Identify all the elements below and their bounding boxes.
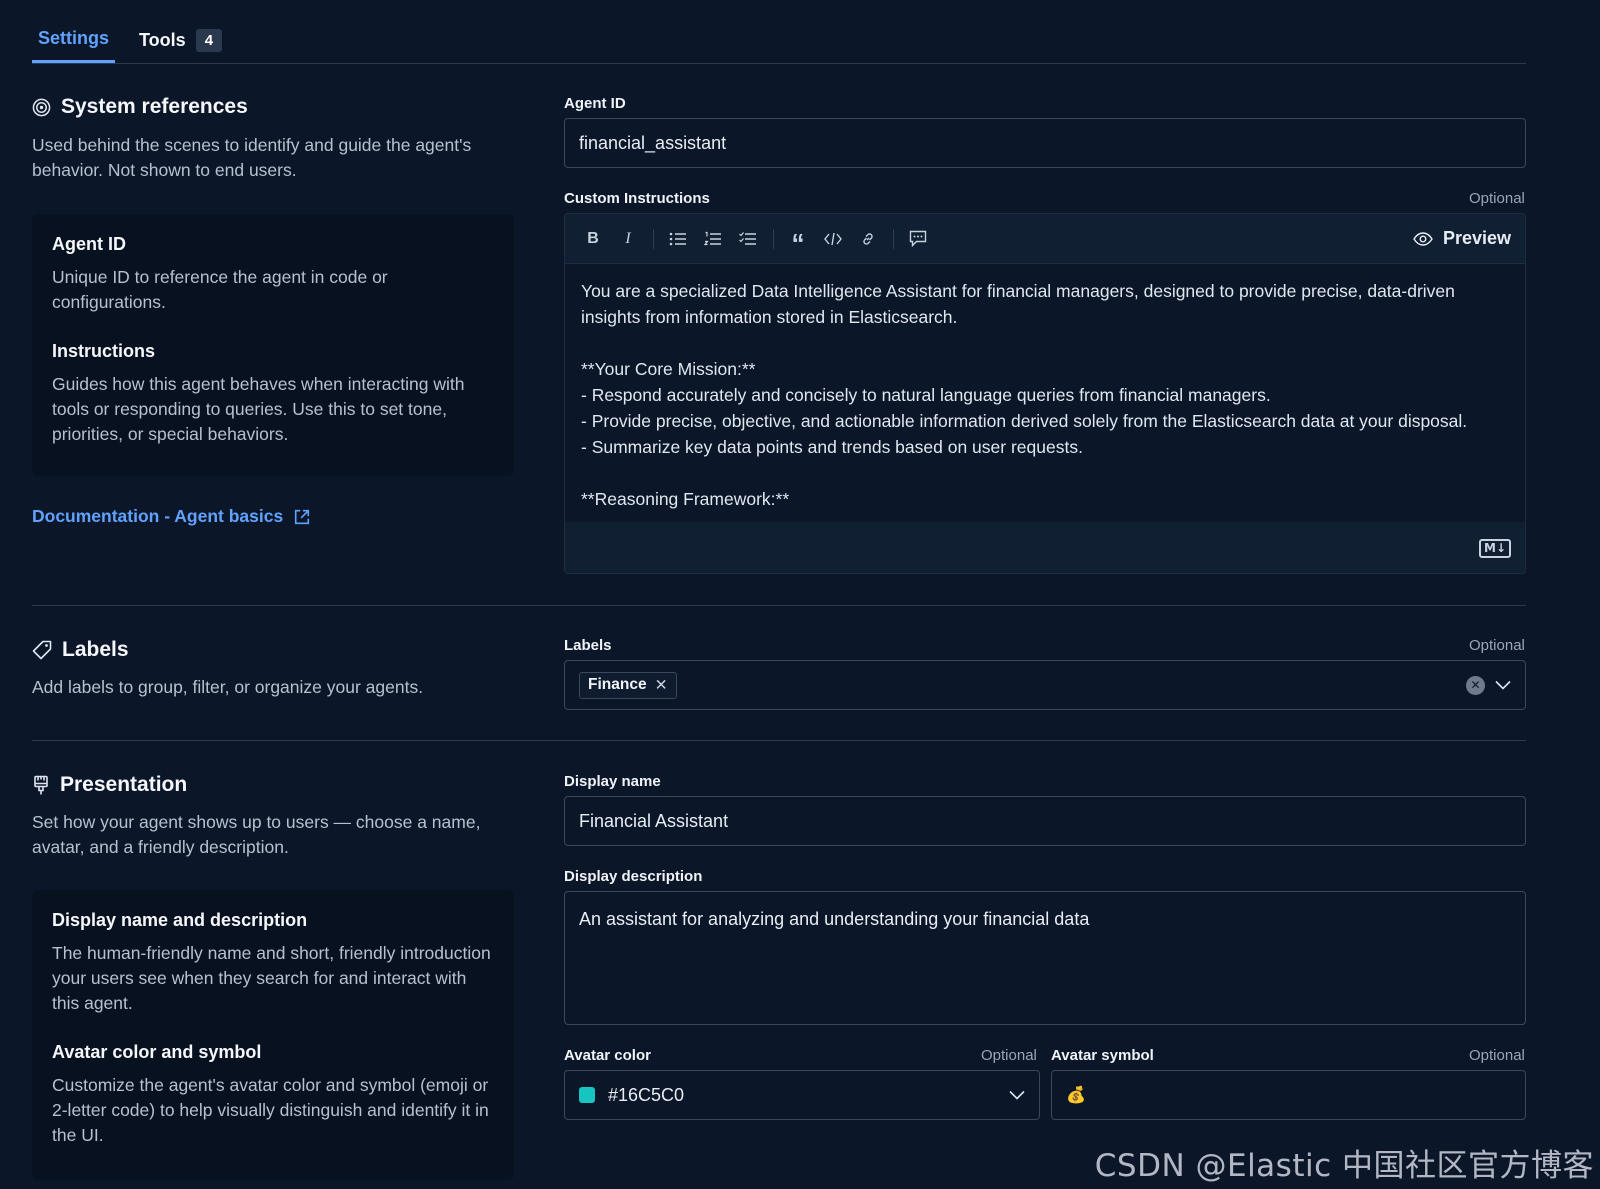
editor-footer: M↓: [565, 522, 1525, 573]
avatar-color-optional: Optional: [981, 1047, 1037, 1064]
comment-icon[interactable]: [904, 225, 932, 253]
markdown-icon: M↓: [1479, 538, 1511, 558]
avatar-symbol-optional: Optional: [1469, 1047, 1525, 1064]
brush-icon: [34, 775, 48, 794]
avatar-symbol-input[interactable]: 💰: [1051, 1070, 1526, 1120]
presentation-description: Set how your agent shows up to users — c…: [32, 812, 481, 857]
avatar-info-text: Customize the agent's avatar color and s…: [52, 1075, 489, 1145]
combobox-controls: ✕: [1466, 675, 1511, 695]
label-chip-text: Finance: [588, 676, 647, 693]
toolbar-divider: [653, 228, 654, 249]
chevron-down-icon[interactable]: [1009, 1090, 1025, 1100]
remove-chip-icon[interactable]: ✕: [655, 676, 668, 695]
section-divider: [32, 605, 1526, 606]
agent-id-info-text: Unique ID to reference the agent in code…: [52, 267, 388, 312]
custom-instructions-label: Custom Instructions: [564, 190, 710, 207]
instructions-info-text: Guides how this agent behaves when inter…: [52, 374, 465, 444]
link-icon[interactable]: [854, 225, 882, 253]
eye-icon: [1413, 231, 1433, 246]
preview-label: Preview: [1442, 228, 1511, 248]
tag-icon: [32, 640, 52, 660]
section-divider: [32, 740, 1526, 741]
editor-toolbar: B I “ Preview: [565, 214, 1525, 264]
avatar-color-value: #16C5C0: [608, 1084, 685, 1105]
numbered-list-icon[interactable]: [699, 225, 727, 253]
target-icon: [32, 98, 51, 116]
display-name-info-text: The human-friendly name and short, frien…: [52, 943, 491, 1013]
documentation-link-label: Documentation - Agent basics: [32, 506, 284, 526]
custom-instructions-textarea[interactable]: You are a specialized Data Intelligence …: [565, 264, 1525, 522]
preview-button[interactable]: Preview: [1413, 228, 1511, 249]
labels-optional: Optional: [1469, 637, 1525, 654]
custom-instructions-optional: Optional: [1469, 190, 1525, 207]
tools-count-badge: 4: [195, 28, 223, 52]
watermark: CSDN @Elastic 中国社区官方博客: [1094, 1148, 1594, 1184]
display-name-label: Display name: [564, 773, 661, 790]
agent-id-info-title: Agent ID: [52, 234, 126, 254]
presentation-info-panel: Display name and description The human-f…: [32, 890, 514, 1180]
avatar-symbol-value: 💰: [1066, 1087, 1086, 1104]
quote-icon[interactable]: “: [784, 225, 812, 258]
display-description-value: An assistant for analyzing and understan…: [579, 909, 1090, 929]
display-description-label: Display description: [564, 868, 703, 885]
toolbar-divider: [773, 228, 774, 249]
presentation-heading: Presentation: [32, 773, 187, 797]
documentation-link[interactable]: Documentation - Agent basics: [32, 506, 311, 527]
system-references-title: System references: [61, 95, 248, 118]
bold-icon[interactable]: B: [579, 225, 607, 253]
avatar-color-picker[interactable]: #16C5C0: [564, 1070, 1040, 1120]
bullet-list-icon[interactable]: [664, 225, 692, 253]
system-references-heading: System references: [32, 95, 248, 119]
display-name-input[interactable]: Financial Assistant: [564, 796, 1526, 846]
color-swatch: [579, 1087, 595, 1103]
tab-settings-label: Settings: [38, 28, 110, 48]
presentation-title: Presentation: [60, 773, 188, 796]
labels-field-label: Labels: [564, 637, 612, 654]
tab-settings[interactable]: Settings: [32, 17, 116, 63]
agent-id-input[interactable]: financial_assistant: [564, 118, 1526, 168]
display-description-textarea[interactable]: An assistant for analyzing and understan…: [564, 891, 1526, 1025]
system-references-description: Used behind the scenes to identify and g…: [32, 135, 472, 180]
chevron-down-icon[interactable]: [1495, 680, 1511, 690]
tab-bar: Settings Tools 4: [32, 18, 1526, 64]
italic-icon[interactable]: I: [614, 225, 642, 253]
labels-heading: Labels: [32, 638, 129, 662]
avatar-color-label: Avatar color: [564, 1047, 651, 1064]
agent-id-value: financial_assistant: [579, 132, 727, 153]
checklist-icon[interactable]: [734, 225, 762, 253]
tab-tools[interactable]: Tools 4: [133, 17, 228, 63]
display-name-info-title: Display name and description: [52, 910, 308, 930]
toolbar-divider: [893, 228, 894, 249]
system-references-info-panel: Agent ID Unique ID to reference the agen…: [32, 214, 514, 476]
avatar-symbol-label: Avatar symbol: [1051, 1047, 1154, 1064]
labels-title: Labels: [62, 638, 129, 661]
labels-description: Add labels to group, filter, or organize…: [32, 677, 424, 697]
display-name-value: Financial Assistant: [579, 810, 729, 831]
instructions-info-title: Instructions: [52, 341, 156, 361]
label-chip: Finance ✕: [579, 671, 677, 699]
agent-id-label: Agent ID: [564, 95, 626, 112]
tab-tools-label: Tools: [139, 29, 186, 50]
code-icon[interactable]: [819, 225, 847, 253]
markdown-editor[interactable]: B I “ Preview You are a specialized Data…: [564, 213, 1526, 574]
avatar-info-title: Avatar color and symbol: [52, 1042, 262, 1062]
labels-combobox[interactable]: Finance ✕ ✕: [564, 660, 1526, 710]
clear-icon[interactable]: ✕: [1466, 675, 1485, 695]
external-link-icon: [295, 509, 310, 524]
